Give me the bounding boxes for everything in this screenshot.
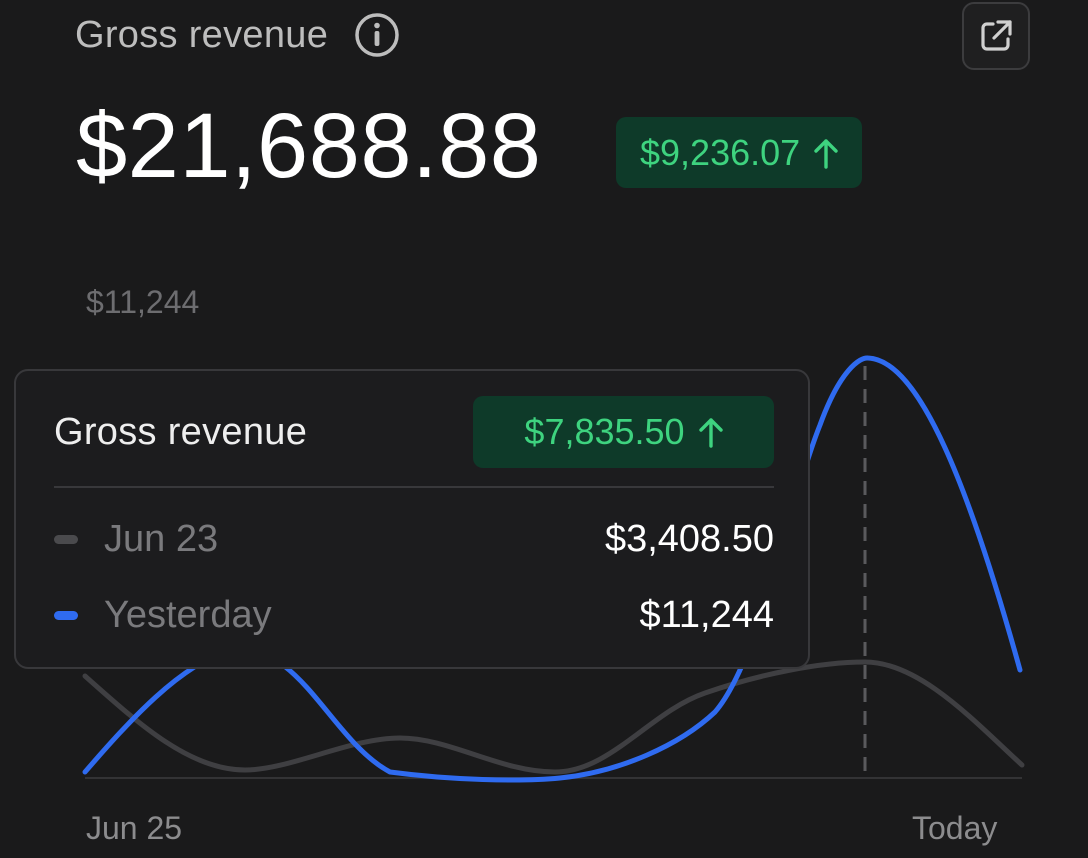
tooltip-row-current: Yesterday $11,244 (54, 590, 774, 640)
tooltip-title: Gross revenue (54, 411, 308, 453)
tooltip-row-previous: Jun 23 $3,408.50 (54, 514, 774, 564)
tooltip-delta-value: $7,835.50 (524, 411, 685, 452)
x-end-label: Today (912, 810, 998, 846)
revenue-card: Gross revenue $21,688.88 $9,236.07 $11,2… (0, 0, 1088, 858)
tooltip-row-label: Jun 23 (104, 517, 219, 560)
chart-tooltip: Gross revenue $7,835.50 Jun 23 $3,408.50… (14, 369, 810, 669)
legend-swatch-current (54, 610, 78, 620)
x-start-label: Jun 25 (86, 810, 183, 846)
previous-period-line (82, 659, 1025, 775)
tooltip-delta-badge: $7,835.50 (473, 396, 774, 468)
tooltip-row-label: Yesterday (104, 593, 272, 636)
tooltip-row-value: $11,244 (639, 593, 774, 636)
arrow-up-icon (698, 418, 723, 448)
tooltip-divider (54, 486, 774, 488)
legend-swatch-previous (54, 534, 78, 544)
tooltip-row-value: $3,408.50 (604, 517, 774, 560)
